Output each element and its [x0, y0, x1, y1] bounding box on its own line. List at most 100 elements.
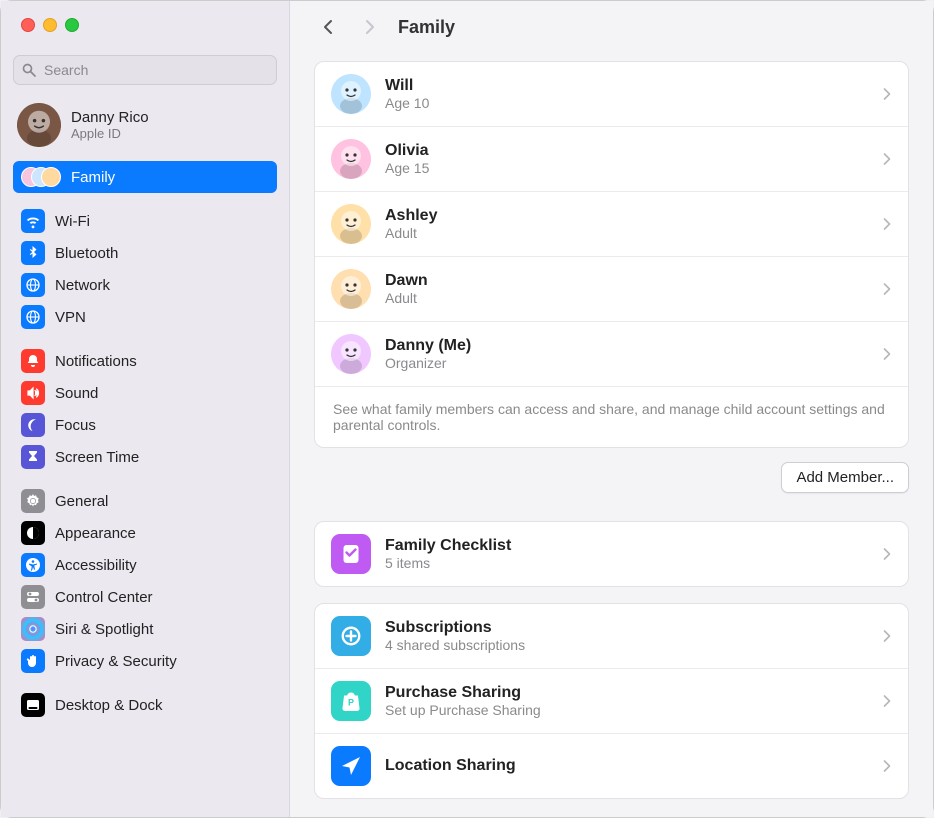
- sidebar-item-label: Sound: [55, 385, 98, 402]
- sidebar-item-label: Focus: [55, 417, 96, 434]
- accessibility-icon: [21, 553, 45, 577]
- window-zoom-button[interactable]: [65, 18, 79, 32]
- wifi-icon: [21, 209, 45, 233]
- sidebar-item-sound[interactable]: Sound: [13, 377, 277, 409]
- globe-icon: [21, 273, 45, 297]
- bell-icon: [21, 349, 45, 373]
- gear-icon: [21, 489, 45, 513]
- member-name: Dawn: [385, 272, 868, 290]
- chevron-right-icon: [882, 629, 892, 643]
- member-avatar: [331, 139, 371, 179]
- member-sub: Organizer: [385, 355, 868, 371]
- member-name: Will: [385, 77, 868, 95]
- main-header: Family: [290, 1, 933, 53]
- appearance-icon: [21, 521, 45, 545]
- window-close-button[interactable]: [21, 18, 35, 32]
- sidebar-item-label: Accessibility: [55, 557, 137, 574]
- member-name: Danny (Me): [385, 337, 868, 355]
- chevron-right-icon: [882, 282, 892, 296]
- sidebar-item-desktop-dock[interactable]: Desktop & Dock: [13, 689, 277, 721]
- sidebar-item-label: Family: [71, 169, 115, 186]
- sidebar-item-bluetooth[interactable]: Bluetooth: [13, 237, 277, 269]
- main-pane: Family WillAge 10OliviaAge 15AshleyAdult…: [289, 1, 933, 817]
- member-avatar: [331, 269, 371, 309]
- chevron-right-icon: [882, 759, 892, 773]
- sidebar-item-privacy-security[interactable]: Privacy & Security: [13, 645, 277, 677]
- sidebar-item-label: Wi-Fi: [55, 213, 90, 230]
- siri-icon: [21, 617, 45, 641]
- sidebar-item-control-center[interactable]: Control Center: [13, 581, 277, 613]
- sidebar-item-label: Network: [55, 277, 110, 294]
- bluetooth-icon: [21, 241, 45, 265]
- family-member-row[interactable]: DawnAdult: [315, 257, 908, 322]
- add-member-button[interactable]: Add Member...: [781, 462, 909, 493]
- sidebar-item-general[interactable]: General: [13, 485, 277, 517]
- feature-row-purchase-sharing[interactable]: Purchase SharingSet up Purchase Sharing: [315, 669, 908, 734]
- chevron-right-icon: [882, 694, 892, 708]
- sidebar-item-focus[interactable]: Focus: [13, 409, 277, 441]
- feature-label: Purchase Sharing: [385, 684, 868, 702]
- hand-icon: [21, 649, 45, 673]
- member-name: Ashley: [385, 207, 868, 225]
- family-member-row[interactable]: OliviaAge 15: [315, 127, 908, 192]
- user-sub: Apple ID: [71, 126, 149, 141]
- feature-sub: 4 shared subscriptions: [385, 637, 868, 653]
- sidebar-item-label: Screen Time: [55, 449, 139, 466]
- sidebar-item-label: Desktop & Dock: [55, 697, 163, 714]
- sidebar-item-accessibility[interactable]: Accessibility: [13, 549, 277, 581]
- member-avatar: [331, 204, 371, 244]
- sidebar-item-family[interactable]: Family: [13, 161, 277, 193]
- sidebar-item-siri-spotlight[interactable]: Siri & Spotlight: [13, 613, 277, 645]
- window-minimize-button[interactable]: [43, 18, 57, 32]
- window-controls: [1, 1, 289, 49]
- nav-back-button[interactable]: [314, 9, 342, 45]
- checklist-icon: [331, 534, 371, 574]
- feature-label: Family Checklist: [385, 537, 868, 555]
- sidebar-item-notifications[interactable]: Notifications: [13, 345, 277, 377]
- chevron-right-icon: [882, 87, 892, 101]
- member-sub: Age 15: [385, 160, 868, 176]
- user-avatar: [17, 103, 61, 147]
- sidebar-item-label: General: [55, 493, 108, 510]
- members-footnote: See what family members can access and s…: [315, 387, 908, 447]
- feature-label: Location Sharing: [385, 757, 868, 775]
- user-name: Danny Rico: [71, 109, 149, 126]
- feature-row-family-checklist[interactable]: Family Checklist5 items: [315, 522, 908, 586]
- nav-forward-button: [356, 9, 384, 45]
- sidebar-item-label: Control Center: [55, 589, 153, 606]
- family-avatars-icon: [21, 165, 61, 189]
- member-sub: Age 10: [385, 95, 868, 111]
- feature-label: Subscriptions: [385, 619, 868, 637]
- feature-row-location-sharing[interactable]: Location Sharing: [315, 734, 908, 798]
- location-icon: [331, 746, 371, 786]
- globe-icon: [21, 305, 45, 329]
- family-member-row[interactable]: WillAge 10: [315, 62, 908, 127]
- family-members-card: WillAge 10OliviaAge 15AshleyAdultDawnAdu…: [314, 61, 909, 448]
- feature-row-subscriptions[interactable]: Subscriptions4 shared subscriptions: [315, 604, 908, 669]
- sidebar-item-appearance[interactable]: Appearance: [13, 517, 277, 549]
- bag-icon: [331, 681, 371, 721]
- member-name: Olivia: [385, 142, 868, 160]
- apple-id-row[interactable]: Danny Rico Apple ID: [13, 95, 277, 161]
- feature-sub: Set up Purchase Sharing: [385, 702, 868, 718]
- dock-icon: [21, 693, 45, 717]
- sharing-card: Subscriptions4 shared subscriptionsPurch…: [314, 603, 909, 799]
- sidebar-item-label: Appearance: [55, 525, 136, 542]
- sidebar-item-screen-time[interactable]: Screen Time: [13, 441, 277, 473]
- page-title: Family: [398, 17, 455, 38]
- sidebar-item-label: Notifications: [55, 353, 137, 370]
- search-icon: [21, 62, 37, 78]
- plus-circle-icon: [331, 616, 371, 656]
- member-avatar: [331, 74, 371, 114]
- search-input[interactable]: [13, 55, 277, 85]
- family-member-row[interactable]: Danny (Me)Organizer: [315, 322, 908, 387]
- sidebar-item-vpn[interactable]: VPN: [13, 301, 277, 333]
- sidebar-item-label: Privacy & Security: [55, 653, 177, 670]
- sidebar-item-network[interactable]: Network: [13, 269, 277, 301]
- chevron-right-icon: [882, 347, 892, 361]
- sidebar-item-wi-fi[interactable]: Wi-Fi: [13, 205, 277, 237]
- family-member-row[interactable]: AshleyAdult: [315, 192, 908, 257]
- family-checklist-card: Family Checklist5 items: [314, 521, 909, 587]
- sidebar-item-label: Siri & Spotlight: [55, 621, 153, 638]
- member-avatar: [331, 334, 371, 374]
